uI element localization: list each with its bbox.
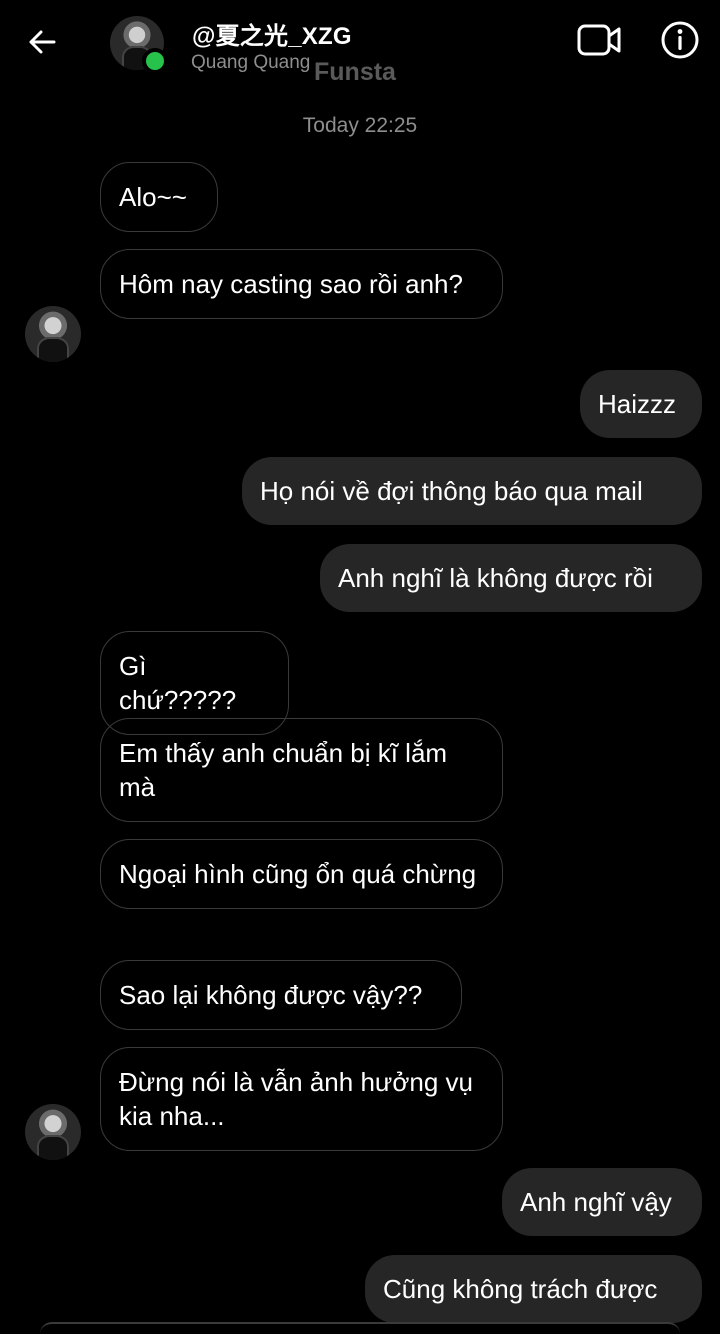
message-composer-edge (40, 1322, 680, 1334)
video-call-button[interactable] (574, 18, 624, 66)
message-bubble-sent[interactable]: Anh nghĩ là không được rồi (320, 544, 702, 612)
watermark: Funsta (314, 58, 396, 86)
message-bubble-received[interactable]: Em thấy anh chuẩn bị kĩ lắm mà (100, 718, 503, 822)
contact-avatar[interactable] (110, 16, 168, 74)
conversation-timestamp: Today 22:25 (302, 114, 418, 137)
message-bubble-received[interactable]: Alo~~ (100, 162, 218, 232)
info-button[interactable] (656, 18, 704, 66)
back-button[interactable] (18, 22, 66, 66)
sender-avatar[interactable] (25, 1104, 81, 1160)
contact-display-name: Quang Quang (191, 52, 311, 73)
sender-avatar[interactable] (25, 306, 81, 362)
info-icon (660, 20, 700, 65)
message-bubble-sent[interactable]: Cũng không trách được (365, 1255, 702, 1323)
message-bubble-sent[interactable]: Haizzz (580, 370, 702, 438)
message-bubble-received[interactable]: Hôm nay casting sao rồi anh? (100, 249, 503, 319)
message-bubble-received[interactable]: Ngoại hình cũng ổn quá chừng (100, 839, 503, 909)
message-bubble-sent[interactable]: Họ nói về đợi thông báo qua mail (242, 457, 702, 525)
message-bubble-sent[interactable]: Anh nghĩ vậy (502, 1168, 702, 1236)
message-bubble-received[interactable]: Đừng nói là vẫn ảnh hưởng vụ kia nha... (100, 1047, 503, 1151)
message-bubble-received[interactable]: Sao lại không được vậy?? (100, 960, 462, 1030)
video-camera-icon (577, 23, 621, 62)
contact-username[interactable]: @夏之光_XZG (192, 16, 352, 51)
arrow-left-icon (26, 26, 58, 63)
online-status-dot (142, 48, 168, 74)
